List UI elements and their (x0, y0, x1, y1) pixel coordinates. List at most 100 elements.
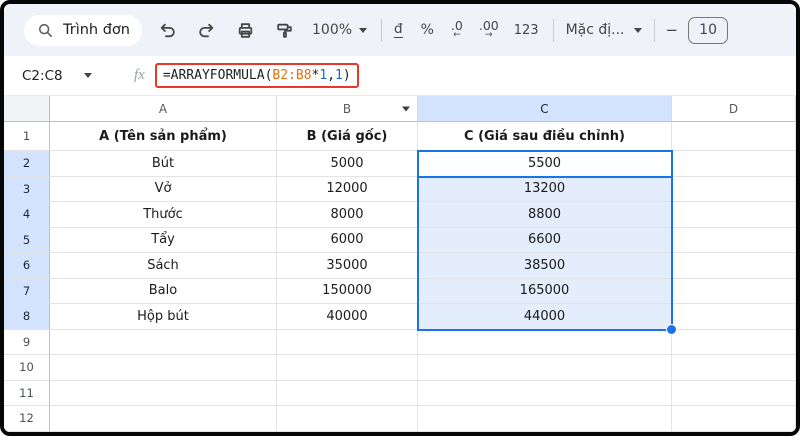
currency-format-button[interactable]: đ (394, 16, 403, 44)
cell-B2[interactable]: 5000 (277, 151, 418, 177)
cell-A7[interactable]: Balo (50, 278, 277, 304)
row-header-7[interactable]: 7 (4, 278, 50, 304)
decrease-font-size-button[interactable]: − (666, 16, 679, 44)
cell-C7[interactable]: 165000 (418, 278, 672, 304)
fill-handle[interactable] (666, 324, 677, 335)
cell-D6[interactable] (672, 253, 796, 279)
cell-B12[interactable] (277, 406, 418, 432)
grid-row-8: 8 Hộp bút 40000 44000 (4, 304, 796, 330)
cell-B3[interactable]: 12000 (277, 176, 418, 202)
fx-icon: fx (134, 67, 145, 83)
spreadsheet-grid: A B C D 1A (Tên sản phẩm) B (Giá gốc) C (Giá s… (4, 96, 796, 432)
undo-button[interactable] (158, 16, 177, 44)
percent-format-button[interactable]: % (421, 16, 434, 44)
minus-icon: − (665, 21, 679, 39)
increase-decimal-button[interactable]: .00 → (479, 16, 499, 44)
cell-B6[interactable]: 35000 (277, 253, 418, 279)
grid-row-7: 7 Balo 150000 165000 (4, 278, 796, 304)
row-header-12[interactable]: 12 (4, 406, 50, 432)
cell-C11[interactable] (418, 380, 672, 406)
cell-A9[interactable] (50, 329, 277, 355)
cell-A10[interactable] (50, 355, 277, 381)
row-header-3[interactable]: 3 (4, 176, 50, 202)
cell-A4[interactable]: Thước (50, 202, 277, 228)
row-header-9[interactable]: 9 (4, 329, 50, 355)
cell-B7[interactable]: 150000 (277, 278, 418, 304)
cell-B11[interactable] (277, 380, 418, 406)
cell-D9[interactable] (672, 329, 796, 355)
column-header-A[interactable]: A (50, 96, 277, 122)
row-header-11[interactable]: 11 (4, 380, 50, 406)
cell-C12[interactable] (418, 406, 672, 432)
row-header-4[interactable]: 4 (4, 202, 50, 228)
formula-close-paren: ) (342, 68, 351, 83)
font-family-select[interactable]: Mặc đị... (566, 16, 642, 44)
cell-A12[interactable] (50, 406, 277, 432)
font-size-input[interactable]: 10 (688, 16, 729, 44)
row-header-10[interactable]: 10 (4, 355, 50, 381)
cell-A3[interactable]: Vở (50, 176, 277, 202)
cell-D1[interactable] (672, 122, 796, 151)
decrease-decimal-button[interactable]: .0 ← (451, 16, 463, 44)
number-format-label: 123 (513, 22, 539, 38)
cell-B1[interactable]: B (Giá gốc) (277, 122, 418, 151)
print-button[interactable] (236, 16, 255, 44)
cell-D3[interactable] (672, 176, 796, 202)
cell-B10[interactable] (277, 355, 418, 381)
cell-B8[interactable]: 40000 (277, 304, 418, 330)
menu-search-pill[interactable]: Trình đơn (24, 14, 142, 46)
grid-row-10: 10 (4, 355, 796, 381)
cell-D8[interactable] (672, 304, 796, 330)
select-all-corner[interactable] (4, 96, 50, 122)
formula-input[interactable]: =ARRAYFORMULA(B2:B8 * 1, 1) (163, 68, 351, 83)
cell-A1[interactable]: A (Tên sản phẩm) (50, 122, 277, 151)
grid-row-1: 1A (Tên sản phẩm) B (Giá gốc) C (Giá sau đ… (4, 122, 796, 151)
cell-C9[interactable] (418, 329, 672, 355)
decrease-decimal-arrow-icon: ← (453, 30, 461, 41)
cell-C10[interactable] (418, 355, 672, 381)
cell-B4[interactable]: 8000 (277, 202, 418, 228)
cell-C1[interactable]: C (Giá sau điều chỉnh) (418, 122, 672, 151)
column-header-D[interactable]: D (672, 96, 796, 122)
cell-C2[interactable]: 5500 (418, 151, 672, 177)
cell-B9[interactable] (277, 329, 418, 355)
cell-D7[interactable] (672, 278, 796, 304)
row-header-6[interactable]: 6 (4, 253, 50, 279)
grid-row-12: 12 (4, 406, 796, 432)
row-header-5[interactable]: 5 (4, 227, 50, 253)
name-box-caret-icon[interactable] (84, 73, 92, 78)
row-header-1[interactable]: 1 (4, 122, 50, 151)
cell-C3[interactable]: 13200 (418, 176, 672, 202)
cell-A8[interactable]: Hộp bút (50, 304, 277, 330)
row-header-2[interactable]: 2 (4, 151, 50, 177)
formula-number: 1 (319, 68, 328, 83)
grid-row-6: 6 Sách 35000 38500 (4, 253, 796, 279)
name-box[interactable]: C2:C8 (22, 68, 84, 84)
cell-A2[interactable]: Bút (50, 151, 277, 177)
column-header-label: C (540, 101, 549, 116)
cell-D5[interactable] (672, 227, 796, 253)
column-dropdown-icon[interactable] (402, 106, 410, 111)
cell-D12[interactable] (672, 406, 796, 432)
cell-A6[interactable]: Sách (50, 253, 277, 279)
column-header-B[interactable]: B (277, 96, 418, 122)
cell-C4[interactable]: 8800 (418, 202, 672, 228)
grid-row-11: 11 (4, 380, 796, 406)
column-header-label: A (158, 101, 168, 116)
cell-C5[interactable]: 6600 (418, 227, 672, 253)
cell-D10[interactable] (672, 355, 796, 381)
cell-A11[interactable] (50, 380, 277, 406)
cell-C6[interactable]: 38500 (418, 253, 672, 279)
row-header-8[interactable]: 8 (4, 304, 50, 330)
number-format-button[interactable]: 123 (514, 16, 539, 44)
cell-D2[interactable] (672, 151, 796, 177)
cell-A5[interactable]: Tẩy (50, 227, 277, 253)
cell-D4[interactable] (672, 202, 796, 228)
cell-D11[interactable] (672, 380, 796, 406)
cell-B5[interactable]: 6000 (277, 227, 418, 253)
zoom-select[interactable]: 100% (312, 16, 368, 44)
redo-button[interactable] (197, 16, 216, 44)
cell-C8[interactable]: 44000 (418, 304, 672, 330)
column-header-C[interactable]: C (418, 96, 672, 122)
paint-format-button[interactable] (275, 16, 294, 44)
